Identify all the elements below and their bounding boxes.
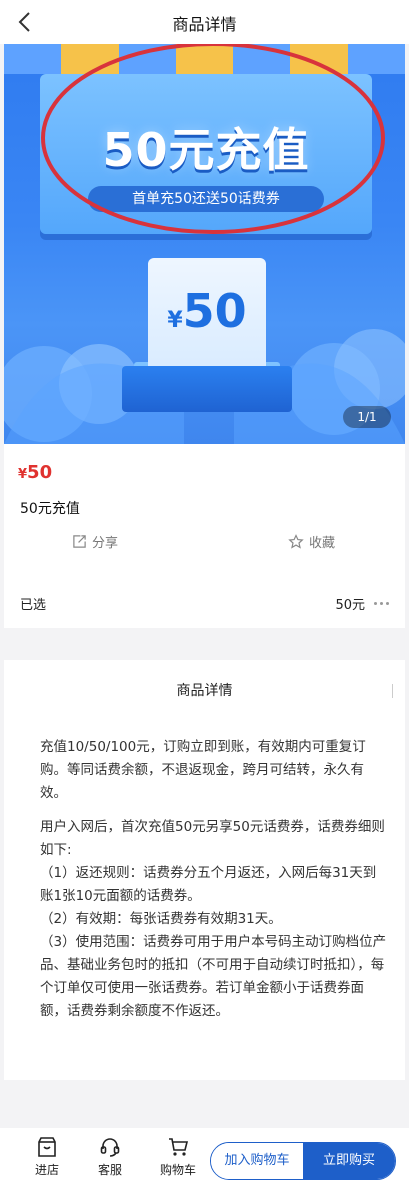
purchase-buttons: 加入购物车 立即购买 (210, 1142, 396, 1180)
bottom-action-bar: 进店 客服 购物车 加入购物车 立即购买 (0, 1128, 409, 1198)
product-name: 50元充值 (20, 501, 80, 517)
top-nav-bar: 商品详情 (0, 0, 409, 44)
store-icon (38, 1137, 56, 1157)
image-counter: 1/1 (343, 406, 391, 428)
product-info: ¥50 50元充值 分享 收藏 (4, 444, 405, 580)
details-body: 充值10/50/100元，订购立即到账，有效期内可重复订购。等同话费余额，不退返… (40, 736, 387, 1023)
selected-spec-row[interactable]: 已选 50元 (4, 580, 405, 628)
star-icon (288, 533, 304, 549)
product-price: ¥50 (18, 462, 53, 483)
selected-label: 已选 (20, 598, 47, 613)
printer-decoration (122, 366, 292, 412)
details-paragraph: 充值10/50/100元，订购立即到账，有效期内可重复订购。等同话费余额，不退返… (40, 739, 366, 801)
share-icon (73, 535, 86, 548)
price-receipt: ¥50 (148, 258, 266, 376)
selected-value: 50元 (335, 598, 365, 613)
buy-now-button[interactable]: 立即购买 (303, 1143, 395, 1179)
product-banner[interactable]: 50元充值 首单充50还送50话费券 ¥50 1/1 (4, 44, 405, 444)
details-paragraph: （3）使用范围：话费券可用于用户本号码主动订购档位产品、基础业务包时的抵扣（不可… (40, 934, 387, 1019)
receipt-amount: ¥50 (167, 284, 247, 338)
store-button[interactable]: 进店 (27, 1136, 67, 1178)
details-paragraph: 用户入网后，首次充值50元另享50元话费券，话费券细则如下: (40, 819, 385, 858)
details-title: 商品详情 (176, 683, 233, 699)
favorite-button[interactable]: 收藏 (288, 532, 335, 551)
red-circle-annotation (41, 44, 385, 234)
customer-service-button[interactable]: 客服 (90, 1136, 130, 1178)
more-dots-icon (374, 602, 389, 605)
details-paragraph: （1）返还规则：话费券分五个月返还，入网后每31天到账1张10元面额的话费券。 (40, 865, 377, 904)
details-paragraph: （2）有效期：每张话费券有效期31天。 (40, 911, 282, 927)
share-button[interactable]: 分享 (72, 532, 118, 551)
page-title: 商品详情 (172, 15, 237, 34)
cart-button[interactable]: 购物车 (158, 1136, 198, 1178)
headset-icon (100, 1138, 120, 1157)
product-details: 商品详情 充值10/50/100元，订购立即到账，有效期内可重复订购。等同话费余… (4, 660, 405, 1080)
cart-icon (169, 1138, 189, 1156)
add-to-cart-button[interactable]: 加入购物车 (211, 1143, 303, 1179)
divider (392, 684, 393, 698)
